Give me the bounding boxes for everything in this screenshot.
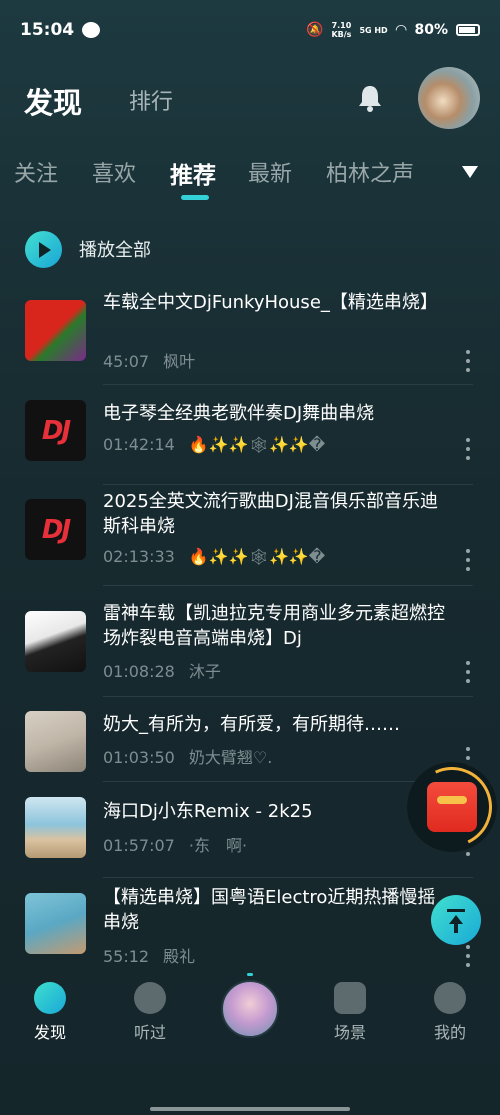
song-cover: DJ (25, 499, 86, 560)
song-title: 车载全中文DjFunkyHouse_【精选串烧】 (103, 292, 438, 313)
more-options-icon[interactable] (464, 350, 472, 372)
song-duration: 55:12 (103, 947, 150, 966)
nav-profile[interactable]: 我的 (415, 982, 485, 1043)
red-envelope-icon (427, 782, 477, 832)
song-title: 【精选串烧】国粤语Electro近期热播慢摇串烧 (103, 887, 436, 933)
bottom-nav: 发现 听过 场景 我的 (0, 970, 500, 1060)
song-cover (25, 711, 86, 772)
song-meta: 01:03:50 奶大臂翘♡. (103, 744, 272, 768)
wechat-notification-icon (82, 22, 101, 38)
more-options-icon[interactable] (464, 438, 472, 460)
tab-latest[interactable]: 最新 (248, 156, 292, 188)
nav-scene[interactable]: 场景 (315, 982, 385, 1043)
song-title: 雷神车载【凯迪拉克专用商业多元素超燃控场炸裂电音高端串烧】Dj (103, 603, 445, 649)
song-meta: 01:57:07 ·东 啊· (103, 832, 247, 856)
page-title[interactable]: 发现 (24, 80, 82, 122)
battery-percent: 80% (414, 22, 448, 38)
status-icons: 🔕 7.10 KB/s 5G HD ◠ 80% (306, 21, 480, 39)
more-options-icon[interactable] (464, 661, 472, 683)
song-duration: 01:03:50 (103, 748, 175, 767)
user-avatar[interactable] (418, 67, 480, 129)
status-time: 15:04 (20, 20, 75, 40)
tab-follow[interactable]: 关注 (14, 156, 58, 188)
profile-icon (434, 982, 466, 1014)
song-cover (25, 797, 86, 858)
arrow-up-icon (454, 921, 458, 933)
playing-indicator (247, 973, 253, 976)
song-author: ·东 啊· (188, 836, 248, 855)
song-author: 殿礼 (163, 947, 196, 966)
net-speed-unit: KB/s (331, 30, 352, 39)
history-icon (134, 982, 166, 1014)
back-to-top-button[interactable] (431, 895, 481, 945)
tab-recommend[interactable]: 推荐 (170, 156, 216, 190)
tabs-expand-icon[interactable] (462, 166, 478, 178)
song-cover (25, 611, 86, 672)
active-tab-indicator (181, 195, 209, 200)
signal-icon: 5G HD (359, 25, 388, 35)
status-bar: 15:04 🔕 7.10 KB/s 5G HD ◠ 80% (0, 0, 500, 60)
song-duration: 02:13:33 (103, 547, 175, 566)
song-duration: 45:07 (103, 352, 150, 371)
dj-logo: DJ (41, 415, 71, 446)
song-author: 🔥✨✨🕸✨✨� (188, 547, 326, 566)
more-options-icon[interactable] (464, 945, 472, 967)
play-all-row[interactable]: 播放全部 (25, 230, 151, 268)
song-author: 枫叶 (163, 352, 196, 371)
song-meta: 01:08:28 沐子 (103, 658, 221, 682)
song-author: 沐子 (188, 662, 221, 681)
play-all-label: 播放全部 (79, 240, 151, 261)
red-envelope-button[interactable] (400, 755, 500, 859)
nav-discover[interactable]: 发现 (15, 982, 85, 1043)
song-duration: 01:08:28 (103, 662, 175, 681)
nav-label: 场景 (333, 1023, 366, 1042)
song-meta: 01:42:14 🔥✨✨🕸✨✨� (103, 435, 325, 454)
tab-berlin[interactable]: 柏林之声 (326, 156, 414, 188)
divider (103, 384, 473, 385)
tab-like[interactable]: 喜欢 (92, 156, 136, 188)
divider (103, 585, 473, 586)
song-meta: 45:07 枫叶 (103, 348, 195, 372)
home-indicator[interactable] (150, 1107, 350, 1111)
wifi-icon: ◠ (395, 22, 407, 38)
song-author: 奶大臂翘♡. (188, 748, 273, 767)
category-tabs: 关注 喜欢 推荐 最新 柏林之声 (0, 148, 500, 204)
song-cover (25, 893, 86, 954)
disc-icon (34, 982, 66, 1014)
battery-icon (456, 24, 480, 36)
song-duration: 01:42:14 (103, 435, 175, 454)
nav-label: 发现 (33, 1023, 66, 1042)
song-cover (25, 300, 86, 361)
play-icon[interactable] (25, 230, 62, 268)
song-cover: DJ (25, 400, 86, 461)
divider (103, 877, 473, 878)
song-duration: 01:57:07 (103, 836, 175, 855)
net-speed-value: 7.10 (331, 21, 352, 30)
ranking-tab[interactable]: 排行 (129, 84, 173, 116)
song-title: 海口Dj小东Remix - 2k25 (103, 801, 313, 822)
divider (103, 696, 473, 697)
dj-logo: DJ (41, 514, 71, 545)
song-title: 2025全英文流行歌曲DJ混音俱乐部音乐迪斯科串烧 (103, 491, 438, 537)
now-playing-button[interactable] (221, 980, 279, 1038)
header: 发现 排行 (0, 62, 500, 137)
nav-history[interactable]: 听过 (115, 982, 185, 1043)
bell-icon[interactable] (354, 82, 386, 114)
nav-label: 我的 (433, 1023, 466, 1042)
mute-bell-icon: 🔕 (306, 22, 324, 38)
song-meta: 55:12 殿礼 (103, 943, 195, 967)
net-speed: 7.10 KB/s (331, 21, 351, 39)
song-title: 电子琴全经典老歌伴奏DJ舞曲串烧 (103, 403, 375, 424)
more-options-icon[interactable] (464, 549, 472, 571)
song-author: 🔥✨✨🕸✨✨� (188, 435, 326, 454)
nav-label: 听过 (133, 1023, 166, 1042)
song-meta: 02:13:33 🔥✨✨🕸✨✨� (103, 547, 325, 566)
divider (103, 484, 473, 485)
scene-icon (334, 982, 366, 1014)
song-title: 奶大_有所为，有所爱，有所期待…… (103, 714, 400, 735)
